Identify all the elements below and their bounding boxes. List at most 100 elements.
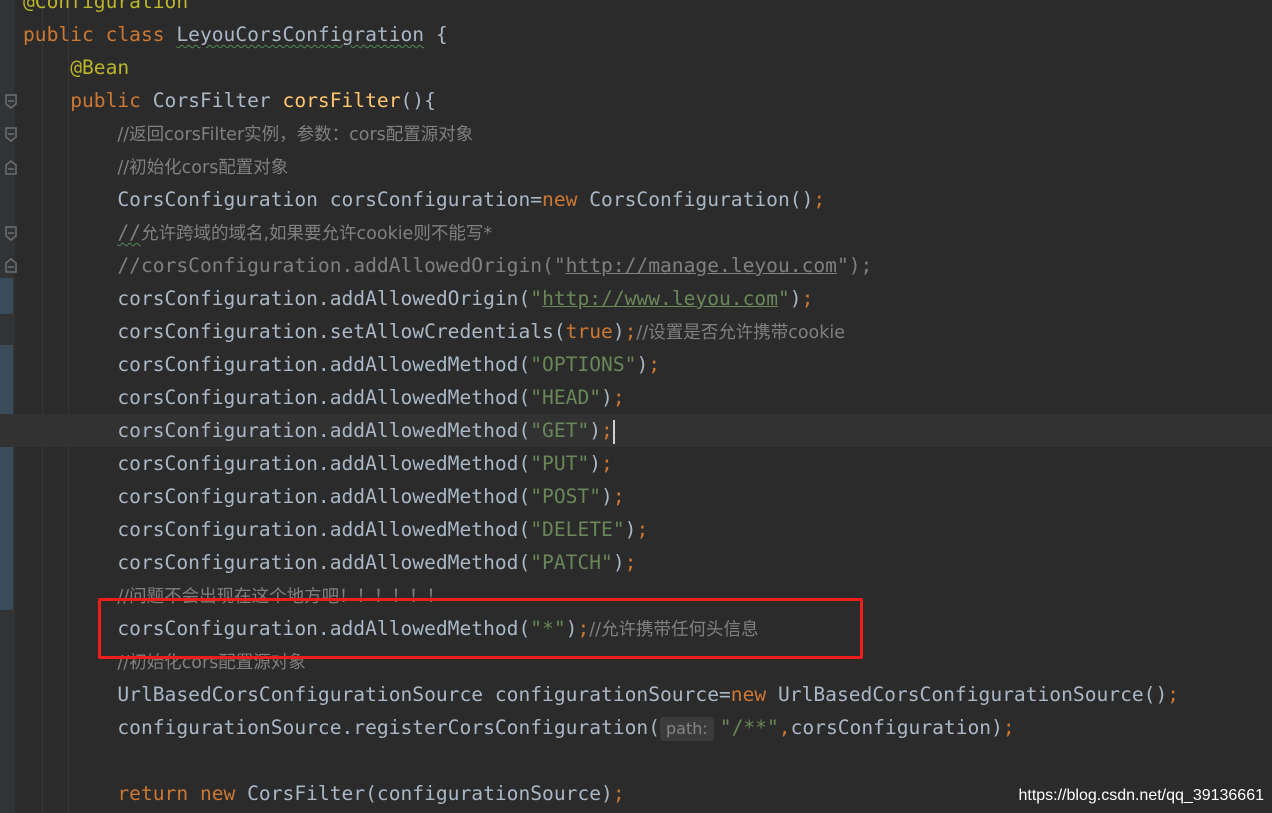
code-text: )	[624, 518, 637, 541]
code-text: configurationSource.registerCorsConfigur…	[117, 716, 661, 739]
comment-link[interactable]: http://manage.leyou.com	[566, 254, 837, 277]
code-text: corsConfiguration.addAllowedMethod(	[117, 452, 531, 475]
red-highlight-box	[98, 598, 863, 659]
string: "DELETE"	[530, 518, 625, 541]
annotation-bean: @Bean	[70, 56, 130, 79]
text-caret	[612, 419, 615, 444]
semicolon: ;	[601, 452, 613, 475]
code-line: @Configuration	[23, 0, 188, 18]
code-text: (){	[400, 89, 436, 112]
string: "PUT"	[530, 452, 590, 475]
semicolon: ;	[601, 419, 613, 442]
code-text: )	[589, 419, 602, 442]
keyword: public class	[23, 23, 177, 46]
semicolon: ;	[612, 386, 625, 409]
watermark: https://blog.csdn.net/qq_39136661	[1018, 787, 1264, 804]
code-editor[interactable]: @Configuration public class LeyouCorsCon…	[0, 0, 1272, 813]
code-text: corsConfiguration.setAllowCredentials(	[117, 320, 566, 343]
code-line: corsConfiguration.addAllowedMethod("HEAD…	[23, 381, 625, 414]
string: "OPTIONS"	[530, 353, 637, 376]
string: "PATCH"	[530, 551, 613, 574]
code-text: )	[612, 320, 625, 343]
comment: ");	[836, 254, 873, 277]
type-name: CorsFilter	[152, 89, 283, 112]
code-line: UrlBasedCorsConfigurationSource configur…	[23, 678, 1179, 711]
comma: ,	[778, 716, 791, 739]
code-text: )	[601, 386, 613, 409]
string: "	[530, 287, 543, 310]
semicolon: ;	[1167, 683, 1180, 706]
code-text: UrlBasedCorsConfigurationSource()	[777, 683, 1168, 706]
code-text: UrlBasedCorsConfigurationSource configur…	[117, 683, 731, 706]
code-line: configurationSource.registerCorsConfigur…	[23, 711, 1015, 744]
gutter-change-marker	[0, 345, 13, 610]
code-text: CorsConfiguration corsConfiguration=	[117, 188, 543, 211]
keyword: new	[730, 683, 778, 706]
semicolon: ;	[636, 518, 649, 541]
string: "/**"	[719, 716, 779, 739]
semicolon: ;	[612, 485, 625, 508]
keyword: new	[542, 188, 590, 211]
comment: //初始化cors配置对象	[117, 158, 289, 178]
code-line: corsConfiguration.addAllowedMethod("OPTI…	[23, 348, 660, 381]
semicolon: ;	[624, 551, 637, 574]
code-text: corsConfiguration.addAllowedOrigin(	[117, 287, 531, 310]
string: "GET"	[530, 419, 590, 442]
code-text: corsConfiguration.addAllowedMethod(	[117, 386, 531, 409]
code-text: corsConfiguration.addAllowedMethod(	[117, 485, 531, 508]
code-text: )	[636, 353, 649, 376]
annotation-configuration: @Configuration	[23, 0, 189, 13]
code-text: corsConfiguration)	[790, 716, 1003, 739]
code-text: )	[612, 551, 625, 574]
code-line: //允许跨域的域名,如果要允许cookie则不能写*	[23, 216, 492, 249]
code-line: @Bean	[23, 51, 129, 84]
code-line: //初始化cors配置对象	[23, 150, 288, 183]
semicolon: ;	[1002, 716, 1015, 739]
code-text: {	[424, 23, 448, 46]
code-line-current[interactable]: corsConfiguration.addAllowedMethod("GET"…	[0, 414, 1272, 447]
semicolon: ;	[612, 782, 625, 805]
code-line: corsConfiguration.addAllowedMethod("PATC…	[23, 546, 636, 579]
code-line: public class LeyouCorsConfigration {	[23, 18, 448, 51]
code-text: )	[589, 452, 602, 475]
code-line: CorsConfiguration corsConfiguration=new …	[23, 183, 825, 216]
code-text: corsConfiguration.addAllowedMethod(	[117, 551, 531, 574]
semicolon: ;	[648, 353, 661, 376]
code-text: )	[789, 287, 802, 310]
code-text: )	[601, 485, 613, 508]
keyword: return new	[117, 782, 248, 805]
method-name: corsFilter	[282, 89, 401, 112]
string: "HEAD"	[530, 386, 602, 409]
code-text: corsConfiguration.addAllowedMethod(	[117, 419, 531, 442]
code-text: CorsConfiguration()	[589, 188, 814, 211]
gutter-change-marker	[0, 278, 13, 314]
code-text: corsConfiguration.addAllowedMethod(	[117, 518, 531, 541]
code-text: corsConfiguration.addAllowedMethod(	[117, 353, 531, 376]
parameter-hint: path:	[660, 716, 714, 741]
code-line: corsConfiguration.setAllowCredentials(tr…	[23, 315, 845, 348]
semicolon: ;	[801, 287, 814, 310]
keyword: true	[565, 320, 613, 343]
string-link[interactable]: http://www.leyou.com	[542, 287, 778, 310]
code-line: //corsConfiguration.addAllowedOrigin("ht…	[23, 249, 872, 282]
code-line: corsConfiguration.addAllowedMethod("PUT"…	[23, 447, 613, 480]
string: "	[778, 287, 790, 310]
editor-gutter	[0, 0, 17, 813]
string: "POST"	[530, 485, 602, 508]
semicolon: ;	[813, 188, 826, 211]
comment: //	[117, 221, 141, 244]
comment: //corsConfiguration.addAllowedOrigin("	[117, 254, 566, 277]
semicolon: ;	[624, 320, 637, 343]
code-line: corsConfiguration.addAllowedOrigin("http…	[23, 282, 813, 315]
code-line: corsConfiguration.addAllowedMethod("POST…	[23, 480, 625, 513]
comment: //返回corsFilter实例，参数：cors配置源对象	[117, 125, 474, 145]
code-text: CorsFilter(configurationSource)	[247, 782, 613, 805]
code-line: return new CorsFilter(configurationSourc…	[23, 777, 625, 810]
class-name: LeyouCorsConfigration	[176, 23, 425, 46]
comment: //设置是否允许携带cookie	[636, 323, 846, 343]
comment: 允许跨域的域名,如果要允许cookie则不能写*	[140, 224, 493, 244]
code-line: public CorsFilter corsFilter(){	[23, 84, 436, 117]
code-line: //返回corsFilter实例，参数：cors配置源对象	[23, 117, 473, 150]
code-line: corsConfiguration.addAllowedMethod("DELE…	[23, 513, 648, 546]
keyword: public	[70, 89, 153, 112]
